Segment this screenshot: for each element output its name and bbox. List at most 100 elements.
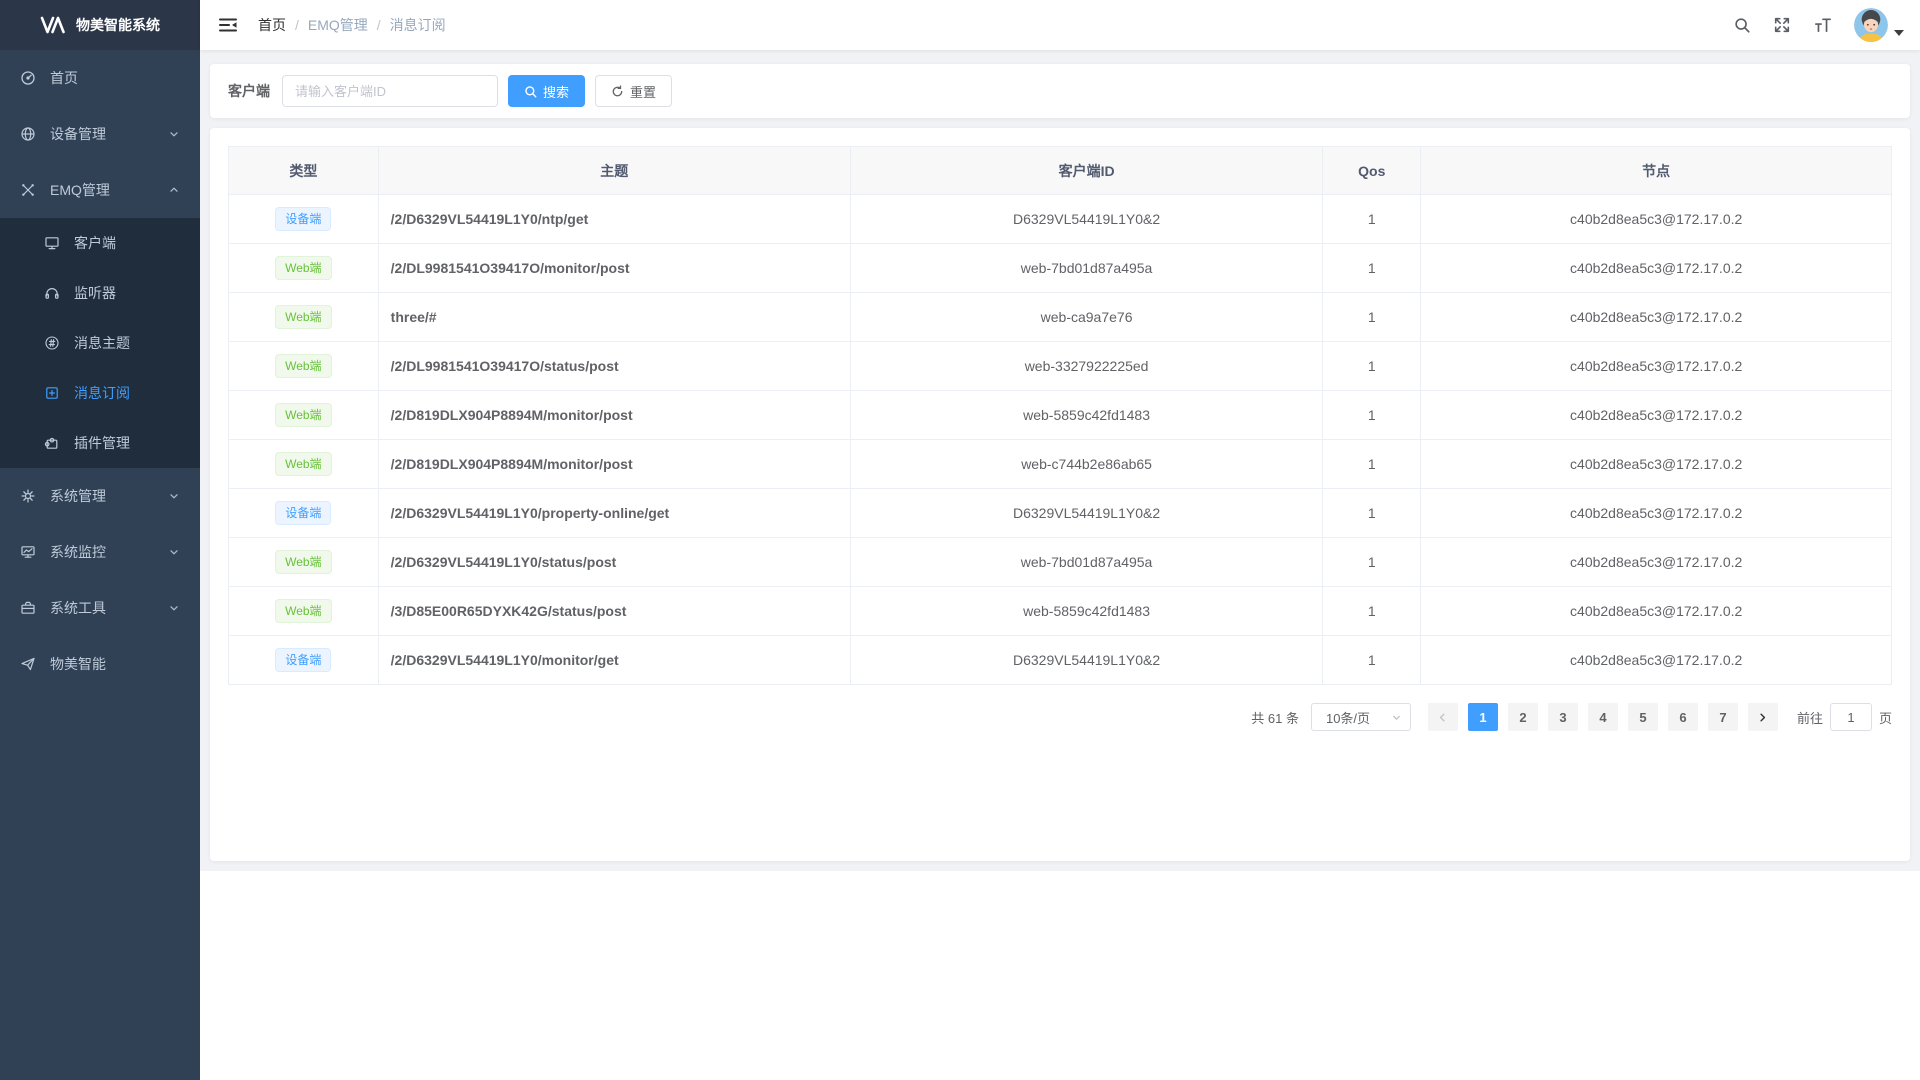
sidebar-item-label: 物美智能 [50, 654, 180, 674]
qos-cell: 1 [1323, 293, 1421, 342]
node-cell: c40b2d8ea5c3@172.17.0.2 [1421, 636, 1892, 685]
chevron-left-icon [1437, 712, 1448, 723]
goto-page-input[interactable] [1830, 703, 1872, 731]
qos-cell: 1 [1323, 636, 1421, 685]
sidebar-item-system-mgmt[interactable]: 系统管理 [0, 468, 200, 524]
topic-cell: /3/D85E00R65DYXK42G/status/post [378, 587, 850, 636]
topic-cell: /2/DL9981541O39417O/monitor/post [378, 244, 850, 293]
search-icon [524, 85, 537, 98]
qos-cell: 1 [1323, 244, 1421, 293]
page-button-2[interactable]: 2 [1508, 703, 1538, 731]
client-id-cell: web-ca9a7e76 [850, 293, 1322, 342]
page-button-5[interactable]: 5 [1628, 703, 1658, 731]
topbar: 首页 / EMQ管理 / 消息订阅 [200, 0, 1920, 50]
sidebar-item-system-monitor[interactable]: 系统监控 [0, 524, 200, 580]
table-row: Web端 three/# web-ca9a7e76 1 c40b2d8ea5c3… [229, 293, 1892, 342]
qos-cell: 1 [1323, 538, 1421, 587]
topic-cell: /2/D819DLX904P8894M/monitor/post [378, 440, 850, 489]
caret-down-icon [1894, 30, 1904, 36]
breadcrumb-home[interactable]: 首页 [258, 15, 286, 35]
next-page-button[interactable] [1748, 703, 1778, 731]
type-tag: 设备端 [275, 648, 331, 672]
page-button-6[interactable]: 6 [1668, 703, 1698, 731]
node-cell: c40b2d8ea5c3@172.17.0.2 [1421, 587, 1892, 636]
search-button[interactable]: 搜索 [508, 75, 585, 107]
type-tag: Web端 [275, 452, 331, 476]
avatar[interactable] [1854, 8, 1888, 42]
goto-label: 前往 [1797, 708, 1823, 727]
qos-cell: 1 [1323, 587, 1421, 636]
gear-icon [20, 488, 36, 504]
table-header-row: 类型 主题 客户端ID Qos 节点 [229, 147, 1892, 195]
topic-icon [44, 335, 60, 351]
sidebar-item-home[interactable]: 首页 [0, 50, 200, 106]
sidebar-item-devices[interactable]: 设备管理 [0, 106, 200, 162]
chevron-down-icon [168, 602, 180, 614]
client-id-cell: web-5859c42fd1483 [850, 587, 1322, 636]
sidebar-item-subscribe[interactable]: 消息订阅 [0, 368, 200, 418]
type-tag: Web端 [275, 354, 331, 378]
sidebar-item-system-tools[interactable]: 系统工具 [0, 580, 200, 636]
table-row: Web端 /2/DL9981541O39417O/monitor/post we… [229, 244, 1892, 293]
qos-cell: 1 [1323, 195, 1421, 244]
client-id-cell: web-c744b2e86ab65 [850, 440, 1322, 489]
reset-button[interactable]: 重置 [595, 75, 672, 107]
sidebar-menu: 首页 设备管理 [0, 50, 200, 692]
sidebar-item-topic[interactable]: 消息主题 [0, 318, 200, 368]
breadcrumb-emq: EMQ管理 [308, 15, 368, 35]
main-area: 首页 / EMQ管理 / 消息订阅 [200, 0, 1920, 1080]
client-id-cell: web-5859c42fd1483 [850, 391, 1322, 440]
sidebar-submenu-emq: 客户端 监听器 [0, 218, 200, 468]
topic-cell: /2/DL9981541O39417O/status/post [378, 342, 850, 391]
emq-icon [20, 182, 36, 198]
chevron-down-icon [168, 546, 180, 558]
type-tag: Web端 [275, 550, 331, 574]
sidebar-item-plugin[interactable]: 插件管理 [0, 418, 200, 468]
breadcrumb-separator: / [377, 17, 381, 33]
user-menu[interactable] [1854, 8, 1904, 42]
col-header-qos: Qos [1323, 147, 1421, 195]
sidebar-item-label: 插件管理 [74, 433, 180, 453]
app-logo[interactable]: 物美智能系统 [0, 0, 200, 50]
table-row: Web端 /2/DL9981541O39417O/status/post web… [229, 342, 1892, 391]
breadcrumb-separator: / [295, 17, 299, 33]
topic-cell: /2/D6329VL54419L1Y0/status/post [378, 538, 850, 587]
fullscreen-icon[interactable] [1767, 10, 1797, 40]
type-tag: Web端 [275, 305, 331, 329]
type-tag: Web端 [275, 403, 331, 427]
type-tag: Web端 [275, 256, 331, 280]
client-id-input[interactable] [282, 75, 498, 107]
sidebar-item-listener[interactable]: 监听器 [0, 268, 200, 318]
sidebar-item-wumei-smart[interactable]: 物美智能 [0, 636, 200, 692]
node-cell: c40b2d8ea5c3@172.17.0.2 [1421, 538, 1892, 587]
table-row: Web端 /2/D819DLX904P8894M/monitor/post we… [229, 440, 1892, 489]
paper-plane-icon [20, 656, 36, 672]
topic-cell: three/# [378, 293, 850, 342]
page-button-7[interactable]: 7 [1708, 703, 1738, 731]
dashboard-icon [20, 70, 36, 86]
chevron-down-icon [1391, 712, 1402, 723]
plugin-icon [44, 435, 60, 451]
page-button-4[interactable]: 4 [1588, 703, 1618, 731]
subscriptions-panel: 类型 主题 客户端ID Qos 节点 设备端 /2/D6329VL54419L1… [210, 128, 1910, 861]
qos-cell: 1 [1323, 391, 1421, 440]
subscriptions-table: 类型 主题 客户端ID Qos 节点 设备端 /2/D6329VL54419L1… [228, 146, 1892, 685]
col-header-topic: 主题 [378, 147, 850, 195]
sidebar-item-emq[interactable]: EMQ管理 [0, 162, 200, 218]
devices-icon [20, 126, 36, 142]
qos-cell: 1 [1323, 440, 1421, 489]
search-panel: 客户端 搜索 重置 [210, 64, 1910, 118]
page-button-3[interactable]: 3 [1548, 703, 1578, 731]
search-button-label: 搜索 [543, 82, 569, 101]
page-size-select[interactable]: 10条/页 [1311, 703, 1411, 731]
page-button-1[interactable]: 1 [1468, 703, 1498, 731]
sidebar-item-client[interactable]: 客户端 [0, 218, 200, 268]
logo-icon [40, 16, 66, 34]
search-icon[interactable] [1727, 10, 1757, 40]
table-row: Web端 /3/D85E00R65DYXK42G/status/post web… [229, 587, 1892, 636]
prev-page-button[interactable] [1428, 703, 1458, 731]
font-size-icon[interactable] [1807, 10, 1838, 41]
sidebar-toggle-icon[interactable] [214, 11, 242, 39]
topic-cell: /2/D819DLX904P8894M/monitor/post [378, 391, 850, 440]
topic-cell: /2/D6329VL54419L1Y0/monitor/get [378, 636, 850, 685]
